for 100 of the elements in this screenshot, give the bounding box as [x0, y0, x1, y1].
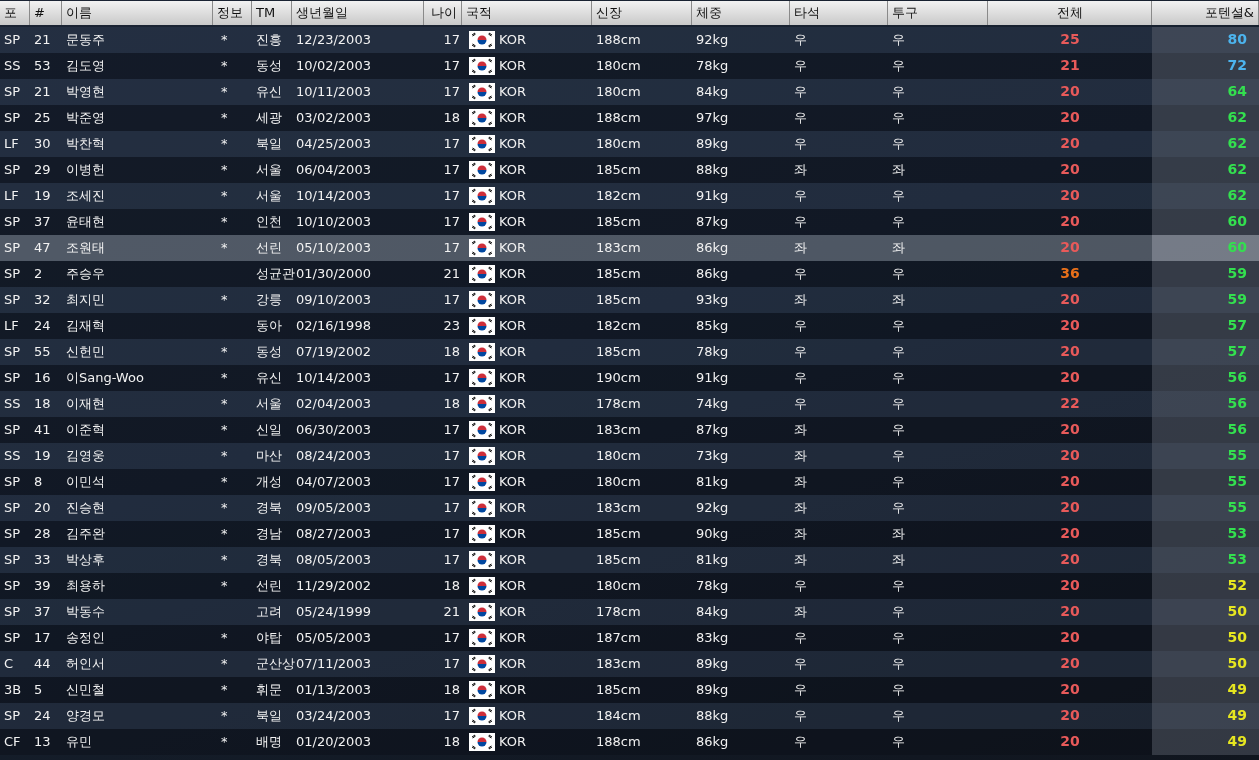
- player-row[interactable]: SP 37 윤태현 * 인천 10/10/2003 17 KOR 185cm 87kg 우 우 20 60: [0, 209, 1259, 235]
- table-cell-text: 02/04/2003: [295, 395, 372, 413]
- table-cell: 20: [1060, 733, 1080, 749]
- player-row[interactable]: SP 39 최용하 * 선린 11/29/2002 18 KOR 180cm 78kg 우 우 20 52: [0, 573, 1259, 599]
- column-header[interactable]: 이름: [62, 1, 213, 25]
- table-cell-text: CF: [3, 733, 22, 751]
- column-header[interactable]: 체중: [692, 1, 790, 25]
- player-row[interactable]: LF 24 김재혁 동아 02/16/1998 23 KOR 182cm 85kg 우 우 20 57: [0, 313, 1259, 339]
- player-row[interactable]: SP 21 문동주 * 진흥 12/23/2003 17 KOR 188cm 92kg 우 우 25 80: [0, 27, 1259, 53]
- player-row[interactable]: SP 25 박준영 * 세광 03/02/2003 18 KOR 188cm 97kg 우 우 20 62: [0, 105, 1259, 131]
- player-row[interactable]: SP 32 최지민 * 강릉 09/10/2003 17 KOR 185cm 93kg 좌 좌 20 59: [0, 287, 1259, 313]
- column-header[interactable]: 국적: [462, 1, 592, 25]
- table-cell: 20: [1060, 421, 1080, 437]
- table-cell-text: 41: [33, 421, 52, 439]
- column-header[interactable]: 나이: [424, 1, 462, 25]
- table-cell-text: 86kg: [695, 733, 730, 751]
- table-cell-text: *: [220, 369, 229, 387]
- table-cell: 56: [1227, 421, 1247, 437]
- table-cell-text: 89kg: [695, 655, 730, 673]
- table-cell-text: *: [220, 577, 229, 595]
- player-row[interactable]: SP 17 송정인 * 야탑 05/05/2003 17 KOR 187cm 83kg 우 우 20 50: [0, 625, 1259, 651]
- player-row[interactable]: C 44 허인서 * 군산상07/11/2003 17 KOR 183cm 89kg 우 우 20 50: [0, 651, 1259, 677]
- player-row[interactable]: CF 13 유민 * 배명 01/20/2003 18 KOR 188cm 86kg 우 우 20 49: [0, 729, 1259, 755]
- player-row[interactable]: 3B 5 신민철 * 휘문 01/13/2003 18 KOR 185cm 89kg 우 우 20 49: [0, 677, 1259, 703]
- table-cell-text: 17: [442, 707, 461, 725]
- table-cell-text: SP: [3, 551, 22, 569]
- player-row[interactable]: SS 53 김도영 * 동성 10/02/2003 17 KOR 180cm 78kg 우 우 21 72: [0, 53, 1259, 79]
- table-cell: 20: [1060, 681, 1080, 697]
- flag-icon: [469, 499, 495, 517]
- flag-icon: [469, 161, 495, 179]
- table-cell-text: 180cm: [595, 473, 642, 491]
- table-cell: 64: [1227, 83, 1247, 99]
- table-cell-text: *: [220, 135, 229, 153]
- player-row[interactable]: SP 33 박상후 * 경북 08/05/2003 17 KOR 185cm 81kg 좌 좌 20 53: [0, 547, 1259, 573]
- table-cell-text: 05/24/1999: [295, 603, 372, 621]
- column-header[interactable]: 생년월일: [292, 1, 424, 25]
- table-cell-text: 우: [793, 733, 808, 751]
- player-row[interactable]: SP 2 주승우 성균관01/30/2000 21 KOR 185cm 86kg 우 우 36 59: [0, 261, 1259, 287]
- table-cell-text: 17: [442, 291, 461, 309]
- player-row[interactable]: SP 41 이준혁 * 신일 06/30/2003 17 KOR 183cm 87kg 좌 우 20 56: [0, 417, 1259, 443]
- player-row[interactable]: SP 20 진승현 * 경북 09/05/2003 17 KOR 183cm 92kg 좌 우 20 55: [0, 495, 1259, 521]
- player-row[interactable]: SP 55 신헌민 * 동성 07/19/2002 18 KOR 185cm 78kg 우 우 20 57: [0, 339, 1259, 365]
- table-cell-text: 185cm: [595, 161, 642, 179]
- column-header[interactable]: 포텐셜&: [1152, 1, 1259, 25]
- table-cell-text: 47: [33, 239, 52, 257]
- column-header[interactable]: #: [30, 1, 62, 25]
- table-cell-text: 우: [891, 421, 906, 439]
- table-cell-text: 마산: [255, 447, 283, 465]
- player-row[interactable]: SP 8 이민석 * 개성 04/07/2003 17 KOR 180cm 81kg 좌 우 20 55: [0, 469, 1259, 495]
- player-row[interactable]: LF 19 조세진 * 서울 10/14/2003 17 KOR 182cm 91kg 우 우 20 62: [0, 183, 1259, 209]
- table-cell-text: 우: [891, 317, 906, 335]
- table-cell-text: 11/29/2002: [295, 577, 372, 595]
- table-cell-text: 우: [891, 213, 906, 231]
- table-cell-text: SP: [3, 577, 22, 595]
- column-header[interactable]: TM: [252, 1, 292, 25]
- player-row[interactable]: SP 28 김주완 * 경남 08/27/2003 17 KOR 185cm 90kg 좌 좌 20 53: [0, 521, 1259, 547]
- player-row[interactable]: SP 37 박동수 고려 05/24/1999 21 KOR 178cm 84kg 좌 우 20 50: [0, 599, 1259, 625]
- column-header[interactable]: 전체: [988, 1, 1152, 25]
- player-row[interactable]: SS 18 이재현 * 서울 02/04/2003 18 KOR 178cm 74kg 우 우 22 56: [0, 391, 1259, 417]
- table-cell-text: SP: [3, 239, 22, 257]
- player-row[interactable]: SP 21 박영현 * 유신 10/11/2003 17 KOR 180cm 84kg 우 우 20 64: [0, 79, 1259, 105]
- table-cell: 20: [1060, 447, 1080, 463]
- table-cell-text: 08/27/2003: [295, 525, 372, 543]
- table-cell-text: 182cm: [595, 187, 642, 205]
- table-cell-text: 185cm: [595, 551, 642, 569]
- table-cell: 20: [1060, 343, 1080, 359]
- table-cell-text: SP: [3, 603, 22, 621]
- table-cell-text: *: [220, 473, 229, 491]
- table-cell-text: 우: [793, 187, 808, 205]
- player-row[interactable]: LF 30 박찬혁 * 북일 04/25/2003 17 KOR 180cm 89kg 우 우 20 62: [0, 131, 1259, 157]
- table-cell-text: 180cm: [595, 57, 642, 75]
- column-header[interactable]: 정보: [213, 1, 252, 25]
- flag-icon: [469, 733, 495, 751]
- table-cell-text: 신민철: [65, 681, 106, 699]
- table-cell-text: 배명: [255, 733, 283, 751]
- table-cell-text: 송정인: [65, 629, 106, 647]
- flag-icon: [469, 681, 495, 699]
- column-header[interactable]: 투구: [888, 1, 988, 25]
- player-row[interactable]: SP 24 양경모 * 북일 03/24/2003 17 KOR 184cm 88kg 우 우 20 49: [0, 703, 1259, 729]
- table-cell-text: *: [220, 707, 229, 725]
- column-header[interactable]: 신장: [592, 1, 692, 25]
- column-header[interactable]: 타석: [790, 1, 888, 25]
- player-row[interactable]: SP 29 이병헌 * 서울 06/04/2003 17 KOR 185cm 88kg 좌 좌 20 62: [0, 157, 1259, 183]
- flag-icon: [469, 317, 495, 335]
- table-cell-text: SP: [3, 83, 22, 101]
- table-cell-text: 18: [442, 343, 461, 361]
- column-header[interactable]: 포: [0, 1, 30, 25]
- table-cell-text: 10/11/2003: [295, 83, 372, 101]
- table-cell-text: 박영현: [65, 83, 106, 101]
- table-cell-text: 183cm: [595, 655, 642, 673]
- table-cell-text: 북일: [255, 707, 283, 725]
- table-cell-text: 01/20/2003: [295, 733, 372, 751]
- table-cell-text: 이재현: [65, 395, 106, 413]
- player-row[interactable]: SP 16 이Sang-Woo * 유신 10/14/2003 17 KOR 190cm 91kg 우 우 20 56: [0, 365, 1259, 391]
- table-cell-text: 10/10/2003: [295, 213, 372, 231]
- player-row[interactable]: SP 47 조원태 * 선린 05/10/2003 17 KOR 183cm 86kg 좌 좌 20 60: [0, 235, 1259, 261]
- table-cell-text: 91kg: [695, 187, 730, 205]
- player-row[interactable]: SS 19 김영웅 * 마산 08/24/2003 17 KOR 180cm 73kg 좌 우 20 55: [0, 443, 1259, 469]
- table-cell-text: 문동주: [65, 31, 106, 49]
- table-cell-text: KOR: [499, 265, 527, 283]
